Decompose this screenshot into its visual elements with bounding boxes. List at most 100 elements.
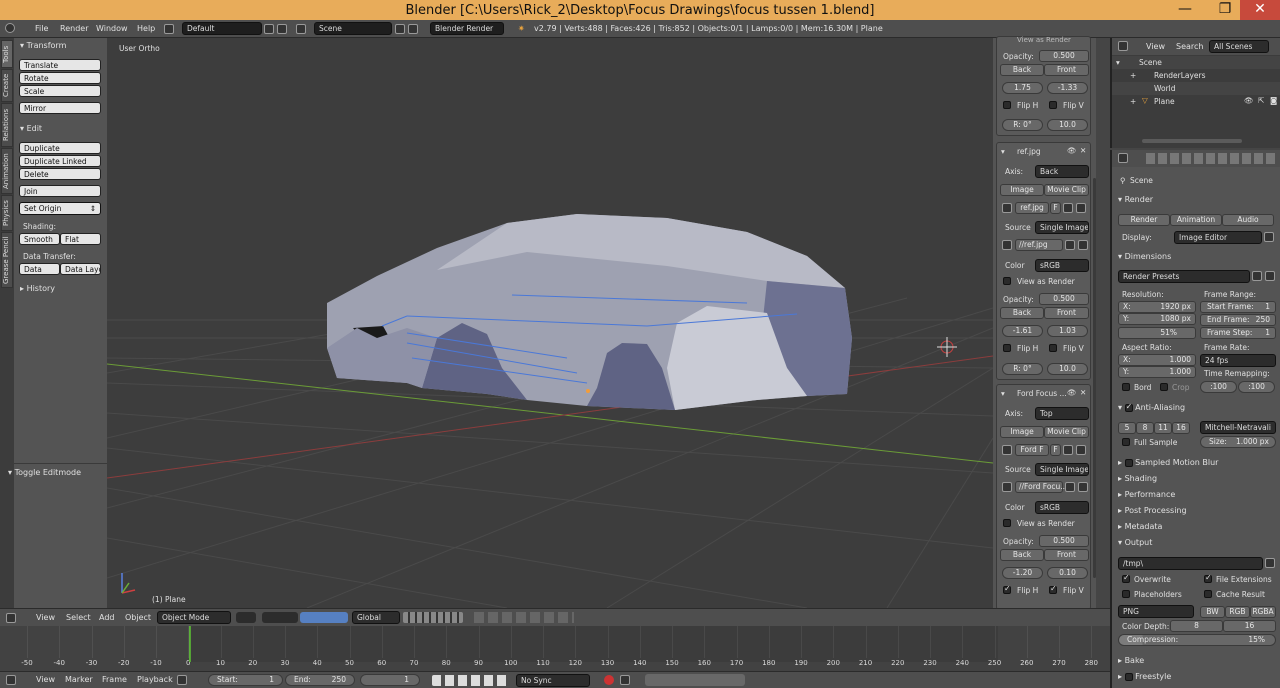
set-origin-dropdown[interactable]: Set Origin ⇕: [19, 202, 101, 215]
scale-button[interactable]: Scale: [19, 85, 101, 97]
opacity-field-2[interactable]: 0.500: [1039, 293, 1089, 305]
tab-animation[interactable]: Animation: [1, 148, 13, 194]
scene-icon[interactable]: [296, 24, 306, 34]
tl-playback-menu[interactable]: Playback: [137, 675, 173, 684]
axis-dropdown[interactable]: Back: [1035, 165, 1089, 178]
overwrite-checkbox[interactable]: [1122, 573, 1130, 583]
remove-layout-icon[interactable]: [277, 24, 287, 34]
edit-header[interactable]: ▾ Edit: [20, 124, 42, 133]
collapse-icon[interactable]: ▾: [1001, 147, 1005, 156]
outliner-row[interactable]: + RenderLayers: [1112, 69, 1280, 82]
size-field-2[interactable]: 10.0: [1047, 363, 1088, 375]
post-processing-section-header[interactable]: ▸ Post Processing: [1118, 506, 1187, 515]
rgba-button[interactable]: RGBA: [1250, 606, 1276, 618]
color-space-dropdown-3[interactable]: sRGB: [1035, 501, 1089, 514]
transform-header[interactable]: ▾ Transform: [20, 41, 66, 50]
display-mode-dropdown[interactable]: All Scenes: [1209, 40, 1269, 53]
snap-tools-icon[interactable]: [474, 612, 574, 623]
front-button[interactable]: Front: [1044, 64, 1089, 76]
playback-controls-icon[interactable]: [432, 675, 510, 686]
image-name-field-3[interactable]: Ford F: [1015, 444, 1049, 456]
viewport-canvas[interactable]: [107, 38, 993, 608]
data-button[interactable]: Data: [19, 263, 60, 275]
metadata-section-header[interactable]: ▸ Metadata: [1118, 522, 1162, 531]
duplicate-button[interactable]: Duplicate: [19, 142, 101, 154]
data-layout-button[interactable]: Data Layo: [60, 263, 101, 275]
aspect-y-field[interactable]: Y: 1.000: [1118, 366, 1196, 378]
shading-section-header[interactable]: ▸ Shading: [1118, 474, 1157, 483]
image-browse-icon[interactable]: [1002, 445, 1012, 455]
back-button[interactable]: Back: [1000, 64, 1044, 76]
front-button-2[interactable]: Front: [1044, 307, 1089, 319]
smooth-button[interactable]: Smooth: [19, 233, 60, 245]
image-tab[interactable]: Image: [1000, 184, 1044, 196]
scene-dropdown[interactable]: Scene: [314, 22, 392, 35]
preview-range-icon[interactable]: [177, 675, 187, 685]
cache-result-checkbox[interactable]: [1204, 590, 1212, 598]
render-presets-dropdown[interactable]: Render Presets: [1118, 270, 1250, 283]
offset-y-field-2[interactable]: 1.03: [1047, 325, 1088, 337]
outliner-row[interactable]: ▾ Scene: [1112, 56, 1280, 69]
keying-set-field[interactable]: [645, 674, 745, 686]
file-extensions-checkbox[interactable]: [1204, 573, 1212, 583]
add-layout-icon[interactable]: [264, 24, 274, 34]
camera-icon[interactable]: ◙: [1270, 96, 1277, 105]
color-space-dropdown[interactable]: sRGB: [1035, 259, 1089, 272]
offset-x-field-3[interactable]: -1.20: [1002, 567, 1043, 579]
fps-dropdown[interactable]: 24 fps: [1200, 354, 1276, 367]
border-checkbox[interactable]: [1122, 383, 1130, 391]
history-header[interactable]: ▸ History: [20, 284, 55, 293]
depth-8-button[interactable]: 8: [1170, 620, 1223, 632]
end-frame-field[interactable]: End Frame: 250: [1200, 314, 1276, 326]
offset-x-field[interactable]: 1.75: [1002, 82, 1043, 94]
collapse-icon[interactable]: +: [1130, 97, 1136, 106]
flip-v-checkbox-2[interactable]: [1049, 344, 1057, 352]
view-as-render-checkbox[interactable]: [1003, 277, 1011, 285]
source-dropdown-3[interactable]: Single Image: [1035, 463, 1089, 476]
tl-marker-menu[interactable]: Marker: [65, 675, 93, 684]
translate-button[interactable]: Translate: [19, 59, 101, 71]
performance-section-header[interactable]: ▸ Performance: [1118, 490, 1175, 499]
current-frame-field[interactable]: 1: [360, 674, 420, 686]
opacity-field-3[interactable]: 0.500: [1039, 535, 1089, 547]
aa-5-button[interactable]: 5: [1118, 422, 1136, 434]
tl-frame-menu[interactable]: Frame: [102, 675, 127, 684]
anti-aliasing-section-header[interactable]: ▾ Anti-Aliasing: [1118, 402, 1185, 413]
view-menu[interactable]: View: [36, 613, 55, 622]
open-image-icon[interactable]: [1063, 445, 1073, 455]
end-field[interactable]: End: 250: [285, 674, 355, 686]
unlink-image-icon[interactable]: [1076, 445, 1086, 455]
tab-relations[interactable]: Relations: [1, 103, 13, 147]
folder-icon[interactable]: [1265, 558, 1275, 568]
tab-physics[interactable]: Physics: [1, 195, 13, 231]
flip-h-checkbox-3[interactable]: [1003, 584, 1011, 594]
front-button-3[interactable]: Front: [1044, 549, 1089, 561]
remap-old-field[interactable]: :100: [1200, 381, 1237, 393]
collapse-icon[interactable]: ▾: [1001, 389, 1005, 398]
unlink-image-icon[interactable]: [1076, 203, 1086, 213]
add-menu[interactable]: Add: [99, 613, 115, 622]
rotation-field[interactable]: R: 0°: [1002, 119, 1043, 131]
image-path-field[interactable]: //ref.jpg: [1015, 239, 1063, 251]
close-icon[interactable]: ✕: [1080, 388, 1086, 397]
menu-render[interactable]: Render: [60, 24, 88, 33]
close-button[interactable]: ✕: [1240, 0, 1280, 20]
opacity-field[interactable]: 0.500: [1039, 50, 1089, 62]
image-path-field-3[interactable]: //Ford Focu...: [1015, 481, 1067, 493]
offset-x-field-2[interactable]: -1.61: [1002, 325, 1043, 337]
back-button-2[interactable]: Back: [1000, 307, 1044, 319]
layers-grid-icon[interactable]: [403, 612, 463, 623]
source-dropdown[interactable]: Single Image: [1035, 221, 1089, 234]
flat-button[interactable]: Flat: [60, 233, 101, 245]
animation-button[interactable]: Animation: [1170, 214, 1222, 226]
flip-v-checkbox-3[interactable]: [1049, 584, 1057, 594]
offset-y-field-3[interactable]: 0.10: [1047, 567, 1088, 579]
remap-new-field[interactable]: :100: [1238, 381, 1275, 393]
aspect-x-field[interactable]: X: 1.000: [1118, 354, 1196, 366]
layout-icon[interactable]: [164, 24, 174, 34]
select-menu[interactable]: Select: [66, 613, 91, 622]
placeholders-checkbox[interactable]: [1122, 590, 1130, 598]
render-button[interactable]: Render: [1118, 214, 1170, 226]
back-button-3[interactable]: Back: [1000, 549, 1044, 561]
full-sample-checkbox[interactable]: [1122, 438, 1130, 446]
